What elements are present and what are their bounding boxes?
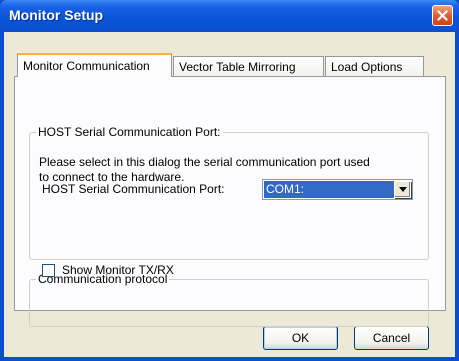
close-icon bbox=[437, 10, 448, 21]
tab-load-options[interactable]: Load Options bbox=[325, 56, 424, 76]
tab-label: Monitor Communication bbox=[23, 59, 150, 73]
cancel-button[interactable]: Cancel bbox=[354, 326, 429, 350]
show-monitor-txrx-checkbox[interactable] bbox=[42, 263, 55, 277]
protocol-group: Communication protocol bbox=[29, 272, 429, 327]
dialog-client-area: Monitor Communication Vector Table Mirro… bbox=[4, 32, 455, 357]
tab-monitor-communication[interactable]: Monitor Communication bbox=[17, 53, 172, 77]
cancel-button-label: Cancel bbox=[372, 331, 411, 345]
title-bar[interactable]: Monitor Setup bbox=[0, 0, 459, 32]
tab-label: Load Options bbox=[331, 60, 403, 74]
description-line-1: Please select in this dialog the serial … bbox=[39, 155, 370, 169]
ok-button[interactable]: OK bbox=[263, 326, 338, 350]
host-port-label: HOST Serial Communication Port: bbox=[42, 182, 225, 196]
chevron-down-icon bbox=[398, 187, 407, 192]
close-button[interactable] bbox=[432, 5, 453, 26]
host-port-group-legend: HOST Serial Communication Port: bbox=[36, 125, 223, 139]
tab-label: Vector Table Mirroring bbox=[179, 60, 296, 74]
ok-button-label: OK bbox=[291, 331, 310, 345]
host-port-select-value: COM1: bbox=[264, 181, 394, 198]
show-monitor-txrx-label: Show Monitor TX/RX bbox=[62, 263, 174, 277]
tab-vector-table-mirroring[interactable]: Vector Table Mirroring bbox=[173, 56, 324, 76]
host-port-select[interactable]: COM1: bbox=[262, 179, 413, 200]
dropdown-button[interactable] bbox=[394, 181, 411, 198]
show-monitor-txrx-option[interactable]: Show Monitor TX/RX bbox=[42, 263, 174, 277]
window-title: Monitor Setup bbox=[9, 7, 104, 23]
